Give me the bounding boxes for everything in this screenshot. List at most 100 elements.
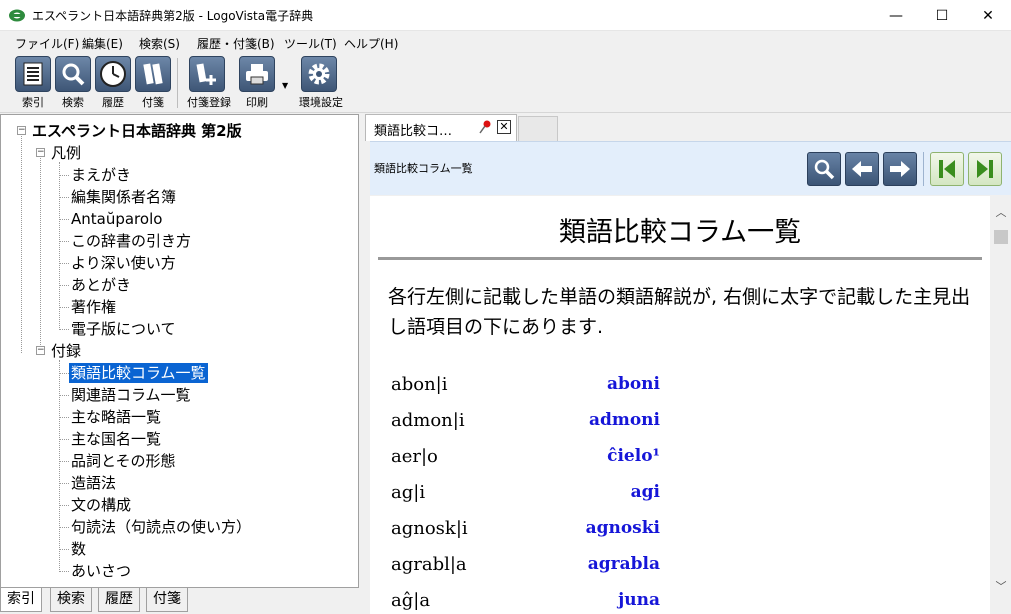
tree-item[interactable]: 品詞とその形態 — [71, 451, 176, 471]
pin-icon[interactable] — [479, 120, 491, 134]
magnifier-icon — [55, 56, 91, 92]
entry-link[interactable]: agnoski — [586, 518, 660, 538]
tree-item[interactable]: まえがき — [71, 165, 131, 185]
tree-folder-appendix[interactable]: 付録 — [51, 341, 81, 361]
tree-item[interactable]: 編集関係者名簿 — [71, 187, 176, 207]
tree-pane: − エスペラント日本語辞典 第2版 − 凡例 まえがき 編集関係者名簿 Anta… — [0, 114, 359, 588]
tree-item[interactable]: 文の構成 — [71, 495, 131, 515]
tree-expander[interactable]: − — [17, 126, 26, 135]
tree-item[interactable]: あとがき — [71, 275, 131, 295]
scroll-up-icon[interactable]: ︿ — [991, 204, 1011, 222]
tree-line — [59, 175, 69, 176]
tree-item[interactable]: 電子版について — [71, 319, 176, 339]
index-icon — [15, 56, 51, 92]
document-nav-bar: 類語比較コラム一覧 — [370, 141, 1011, 195]
tree-folder-legend[interactable]: 凡例 — [51, 143, 81, 163]
entry-link[interactable]: admoni — [589, 410, 660, 430]
tree-line — [59, 307, 69, 308]
tree-line — [59, 162, 60, 330]
app-icon — [9, 9, 25, 22]
print-label: 印刷 — [246, 96, 268, 109]
tree-item[interactable]: 主な略語一覧 — [71, 407, 161, 427]
entry-link[interactable]: juna — [618, 590, 660, 610]
menu-edit[interactable]: 編集(E) — [82, 35, 123, 52]
entry-word: agnosk|i — [391, 518, 468, 539]
entry-link[interactable]: aboni — [607, 374, 660, 394]
entry-link[interactable]: ĉielo¹ — [607, 446, 660, 466]
tree-line — [59, 241, 69, 242]
tree-root[interactable]: エスペラント日本語辞典 第2版 — [32, 121, 242, 141]
menu-help[interactable]: ヘルプ(H) — [344, 35, 398, 52]
add-bookmark-button[interactable]: 付箋登録 — [187, 56, 231, 112]
settings-button[interactable]: 環境設定 — [299, 56, 343, 112]
tree-item[interactable]: 著作権 — [71, 297, 116, 317]
tree-item[interactable]: あいさつ — [71, 561, 131, 581]
nav-separator — [923, 152, 924, 186]
tree-item[interactable]: 造語法 — [71, 473, 116, 493]
tree-line — [59, 571, 69, 572]
toolbar: 索引 検索 履歴 付箋 付箋登録 印刷 ▼ 環境設定 — [0, 53, 1011, 113]
app-window: エスペラント日本語辞典第2版 - LogoVista電子辞典 — ☐ ✕ ファイ… — [0, 0, 1011, 614]
close-button[interactable]: ✕ — [965, 0, 1011, 31]
menu-history-bookmarks[interactable]: 履歴・付箋(B) — [197, 35, 275, 52]
tree-line — [59, 329, 69, 330]
tree-line — [59, 527, 69, 528]
tree-line — [40, 153, 41, 351]
tree-item-selected[interactable]: 類語比較コラム一覧 — [69, 363, 208, 383]
previous-entry-icon — [939, 160, 955, 178]
tree-expander[interactable]: − — [36, 148, 45, 157]
tree-item[interactable]: より深い使い方 — [71, 253, 176, 273]
document-pane: 類語比較コ… ✕ 類語比較コラム一覧 類語比較コラム一覧 各行左側に記載した単語… — [365, 114, 1011, 614]
tree-line — [59, 439, 69, 440]
tree-item[interactable]: この辞書の引き方 — [71, 231, 191, 251]
tab-index[interactable]: 索引 — [0, 588, 42, 612]
scroll-thumb[interactable] — [994, 230, 1008, 244]
print-button[interactable]: 印刷 — [237, 56, 277, 112]
previous-entry-button[interactable] — [930, 152, 964, 186]
tree-item[interactable]: 主な国名一覧 — [71, 429, 161, 449]
bookmark-add-icon — [189, 56, 225, 92]
entry-word: aĝ|a — [391, 590, 431, 611]
tree-expander[interactable]: − — [36, 346, 45, 355]
maximize-button[interactable]: ☐ — [919, 0, 965, 31]
print-dropdown-arrow-icon[interactable]: ▼ — [282, 81, 288, 90]
forward-button[interactable] — [883, 152, 917, 186]
tab-history[interactable]: 履歴 — [98, 588, 140, 612]
window-title: エスペラント日本語辞典第2版 - LogoVista電子辞典 — [32, 9, 314, 23]
tree-line — [59, 360, 60, 572]
tree-item[interactable]: 句読法（句読点の使い方） — [71, 517, 251, 537]
next-entry-button[interactable] — [968, 152, 1002, 186]
entry-word: abon|i — [391, 374, 448, 395]
document-tab[interactable]: 類語比較コ… ✕ — [365, 114, 517, 141]
entry-word: aer|o — [391, 446, 438, 467]
entry-link[interactable]: agi — [631, 482, 660, 502]
tab-close-button[interactable]: ✕ — [497, 120, 511, 134]
menu-search[interactable]: 検索(S) — [139, 35, 180, 52]
tree-line — [59, 395, 69, 396]
history-label: 履歴 — [102, 96, 124, 109]
heading-rule — [378, 257, 982, 260]
arrow-right-icon — [890, 161, 910, 177]
tree-item[interactable]: Antaŭparolo — [71, 209, 162, 229]
magnifier-icon — [814, 159, 835, 180]
tree-item[interactable]: 関連語コラム一覧 — [71, 385, 191, 405]
menu-tools[interactable]: ツール(T) — [284, 35, 337, 52]
scroll-down-icon[interactable]: ﹀ — [991, 578, 1011, 596]
search-button[interactable]: 検索 — [53, 56, 93, 112]
index-button[interactable]: 索引 — [13, 56, 53, 112]
tab-bookmarks[interactable]: 付箋 — [146, 588, 188, 612]
find-in-page-button[interactable] — [807, 152, 841, 186]
menu-file[interactable]: ファイル(F) — [15, 35, 79, 52]
vertical-scrollbar[interactable]: ︿ ﹀ — [991, 196, 1011, 614]
history-button[interactable]: 履歴 — [93, 56, 133, 112]
tab-search[interactable]: 検索 — [50, 588, 92, 612]
tree-item[interactable]: 数 — [71, 539, 86, 559]
tree-line — [59, 461, 69, 462]
bookmarks-button[interactable]: 付箋 — [133, 56, 173, 112]
entry-link[interactable]: agrabla — [588, 554, 660, 574]
back-button[interactable] — [845, 152, 879, 186]
minimize-button[interactable]: — — [873, 0, 919, 31]
new-tab-slot[interactable] — [518, 116, 558, 141]
tree-line — [59, 483, 69, 484]
document-heading: 類語比較コラム一覧 — [558, 217, 802, 248]
